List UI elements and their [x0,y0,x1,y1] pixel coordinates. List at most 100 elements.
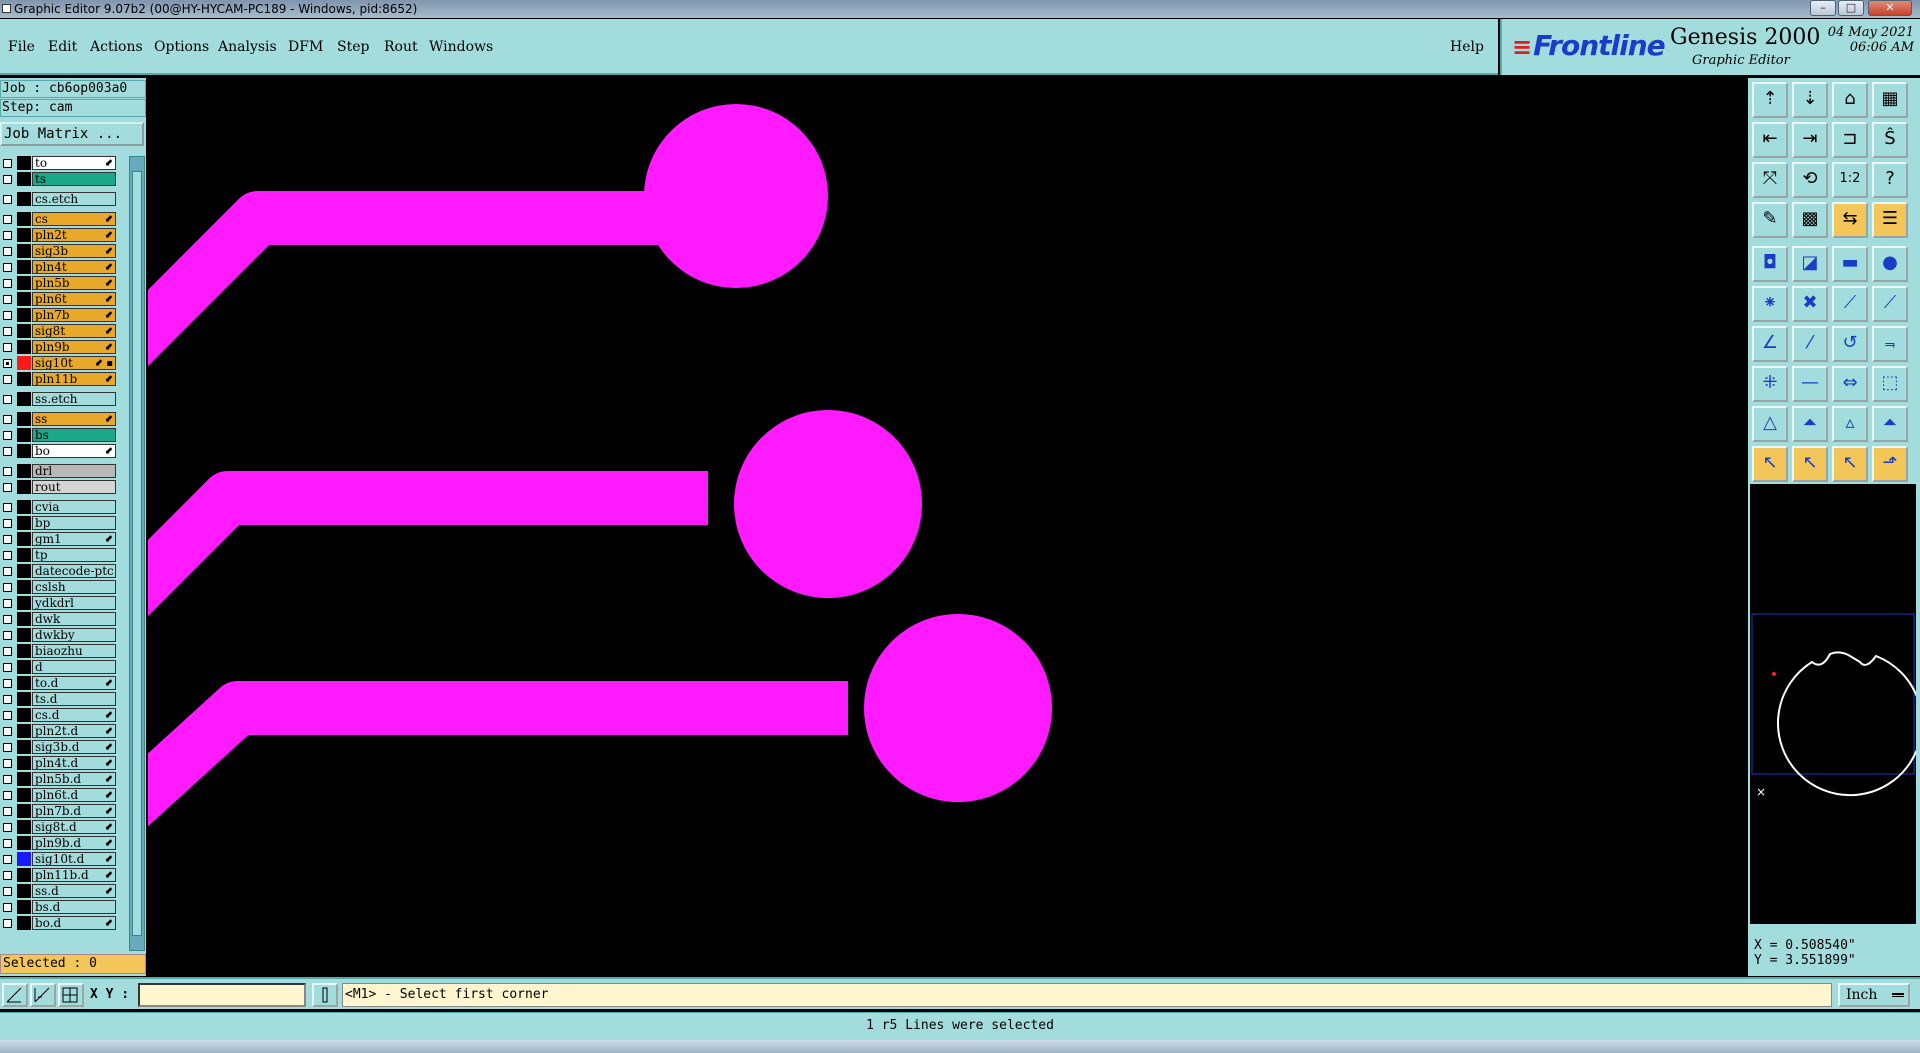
select-window-icon[interactable]: ◪ [1792,246,1828,282]
layer-checkbox[interactable] [3,887,12,896]
layer-row-cslsh[interactable]: cslsh [0,580,118,594]
layer-list-scrollbar[interactable] [129,156,145,951]
triangle-add-icon[interactable]: △ [1752,406,1788,442]
pointer-icon[interactable]: ↖ [1752,446,1788,482]
measure-icon[interactable]: ✎ [1752,202,1788,238]
layer-row-datecode-ptc[interactable]: datecode-ptc [0,564,118,578]
snap-pad-icon[interactable]: ⁜ [1752,366,1788,402]
layer-checkbox[interactable] [3,615,12,624]
layer-name[interactable]: ts.d [32,692,116,706]
layer-row-sig10t.d[interactable]: sig10t.d ⬋ [0,852,118,866]
layer-name[interactable]: biaozhu [32,644,116,658]
layer-color-swatch[interactable] [17,444,31,458]
layer-row-pln6t.d[interactable]: pln6t.d ⬋ [0,788,118,802]
layer-checkbox[interactable] [3,711,12,720]
zoom-fit-icon[interactable]: ⤧ [1752,162,1788,198]
layer-name[interactable]: pln6t ⬋ [32,292,116,306]
grid-mode-icon[interactable] [58,983,84,1007]
layer-color-swatch[interactable] [17,660,31,674]
unit-select[interactable]: Inch [1838,983,1910,1007]
layer-checkbox[interactable] [3,503,12,512]
layer-checkbox[interactable] [3,631,12,640]
layer-row-pln7b[interactable]: pln7b ⬋ [0,308,118,322]
layer-checkbox[interactable] [3,855,12,864]
layer-list-icon[interactable]: ☰ [1872,202,1908,238]
add-pad-icon[interactable]: ⁕ [1752,286,1788,322]
layer-color-swatch[interactable] [17,548,31,562]
menu-rout[interactable]: Rout [384,39,418,55]
layer-checkbox[interactable] [3,175,12,184]
layer-checkbox[interactable] [3,567,12,576]
layer-row-d[interactable]: d [0,660,118,674]
layer-color-swatch[interactable] [17,156,31,170]
layer-checkbox[interactable] [3,467,12,476]
home-icon[interactable]: ⌂ [1832,82,1868,118]
overview-map[interactable]: × [1750,484,1920,924]
layer-checkbox[interactable] [3,775,12,784]
layer-checkbox[interactable] [3,231,12,240]
layer-row-dwkby[interactable]: dwkby [0,628,118,642]
layer-color-swatch[interactable] [17,192,31,206]
layer-row-pln7b.d[interactable]: pln7b.d ⬋ [0,804,118,818]
slash-icon[interactable]: ⁄ [1792,326,1828,362]
layer-row-sig8t[interactable]: sig8t ⬋ [0,324,118,338]
menu-analysis[interactable]: Analysis [218,39,277,55]
layer-color-swatch[interactable] [17,516,31,530]
layer-checkbox[interactable] [3,247,12,256]
maximize-button[interactable]: □ [1838,0,1864,16]
triangle-a-icon[interactable]: ▵ [1832,406,1868,442]
layer-row-dwk[interactable]: dwk [0,612,118,626]
menu-file[interactable]: File [8,39,35,55]
layer-row-pln5b[interactable]: pln5b ⬋ [0,276,118,290]
layer-name[interactable]: tp [32,548,116,562]
layer-row-to.d[interactable]: to.d ⬋ [0,676,118,690]
layer-color-swatch[interactable] [17,372,31,386]
layer-row-cs.d[interactable]: cs.d ⬋ [0,708,118,722]
feature-filter-icon[interactable]: ◘ [1752,246,1788,282]
save-icon[interactable]: ⇣ [1792,82,1828,118]
layer-row-pln5b.d[interactable]: pln5b.d ⬋ [0,772,118,786]
layer-row-bs.d[interactable]: bs.d [0,900,118,914]
layer-checkbox[interactable] [3,679,12,688]
trace-line-3[interactable] [148,681,848,827]
layer-color-swatch[interactable] [17,724,31,738]
trace-line-1[interactable] [148,191,668,367]
layer-checkbox[interactable] [3,279,12,288]
layer-checkbox[interactable] [3,823,12,832]
layer-name[interactable]: sig10t.d ⬋ [32,852,116,866]
move-icon[interactable]: ⇔ [1832,366,1868,402]
layer-name[interactable]: pln6t.d ⬋ [32,788,116,802]
layer-color-swatch[interactable] [17,480,31,494]
layer-checkbox[interactable] [3,695,12,704]
layer-checkbox[interactable] [3,839,12,848]
layer-color-swatch[interactable] [17,820,31,834]
minimize-button[interactable]: – [1810,0,1836,16]
layer-checkbox[interactable] [3,311,12,320]
layer-checkbox[interactable] [3,791,12,800]
menu-windows[interactable]: Windows [429,39,493,55]
layer-row-ss.etch[interactable]: ss.etch [0,392,118,406]
scale-1-2-icon[interactable]: 1:2 [1832,162,1868,198]
layer-color-swatch[interactable] [17,532,31,546]
layer-row-bs[interactable]: bs [0,428,118,442]
menu-step[interactable]: Step [337,39,369,55]
layer-color-swatch[interactable] [17,244,31,258]
layer-color-swatch[interactable] [17,772,31,786]
layer-color-swatch[interactable] [17,428,31,442]
cross-icon[interactable]: ✖ [1792,286,1828,322]
layer-name[interactable]: to.d ⬋ [32,676,116,690]
shapes-icon[interactable]: ⬚ [1872,366,1908,402]
layer-row-cs[interactable]: cs ⬋ [0,212,118,226]
layer-name[interactable]: sig10t ⬋ ▪ [32,356,116,370]
layer-name[interactable]: bp [32,516,116,530]
layer-row-ydkdrl[interactable]: ydkdrl [0,596,118,610]
layer-checkbox[interactable] [3,903,12,912]
layer-color-swatch[interactable] [17,916,31,930]
layer-row-pln9b.d[interactable]: pln9b.d ⬋ [0,836,118,850]
layer-color-swatch[interactable] [17,756,31,770]
layer-name[interactable]: pln7b.d ⬋ [32,804,116,818]
xy-input[interactable] [138,983,306,1007]
layer-color-swatch[interactable] [17,836,31,850]
layer-checkbox[interactable] [3,759,12,768]
text-f-icon[interactable]: ⫬ [1872,326,1908,362]
